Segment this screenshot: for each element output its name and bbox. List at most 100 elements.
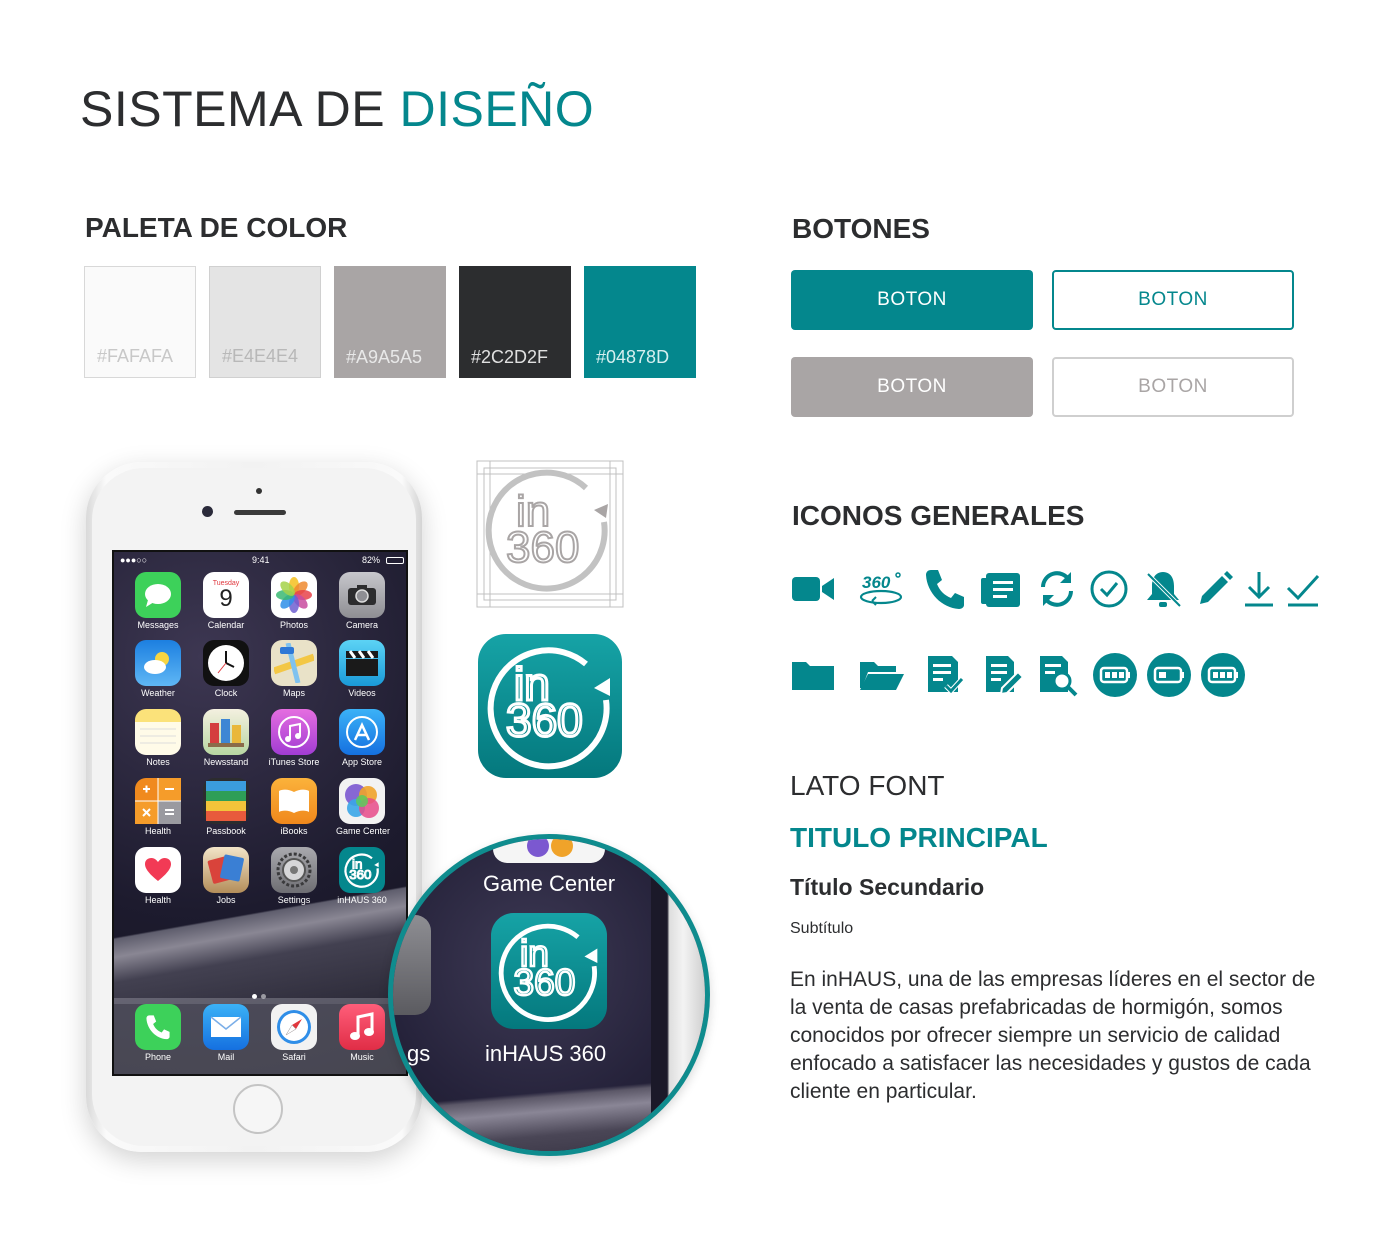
status-bar: ●●●○○ 9:41 82% xyxy=(120,554,404,568)
app-photos[interactable]: Photos xyxy=(268,572,320,638)
360-view-icon: 360 xyxy=(858,566,904,612)
page-indicator xyxy=(252,986,272,999)
magnified-inhaus-360-icon: in 360 xyxy=(491,913,607,1029)
app-label: Music xyxy=(350,1052,374,1062)
app-health[interactable]: Health xyxy=(132,847,184,913)
swatch-label: #2C2D2F xyxy=(471,347,549,367)
app-camera[interactable]: Camera xyxy=(336,572,388,638)
swatch-e4e4e4: #E4E4E4 xyxy=(209,266,321,378)
gray-filled-button[interactable]: BOTON xyxy=(791,357,1033,417)
ibooks-icon xyxy=(271,778,317,824)
app-ibooks[interactable]: iBooks xyxy=(268,778,320,844)
app-label: Jobs xyxy=(216,895,236,905)
app-store-icon xyxy=(339,709,385,755)
app-label: Health xyxy=(144,895,171,905)
calculator-icon xyxy=(135,778,181,824)
calendar-icon: Tuesday 9 xyxy=(203,572,249,618)
safari-icon xyxy=(271,1004,317,1050)
swatch-label: #A9A5A5 xyxy=(346,347,423,367)
camera-icon xyxy=(339,572,385,618)
app-label: App Store xyxy=(341,757,383,767)
phone-bezel-edge xyxy=(651,839,705,1151)
battery-half-icon xyxy=(1146,652,1192,698)
app-health-calculator[interactable]: Health xyxy=(132,778,184,844)
home-button[interactable] xyxy=(233,1084,283,1134)
app-music[interactable]: Music xyxy=(336,1004,388,1070)
app-notes[interactable]: Notes xyxy=(132,709,184,775)
signal-indicator: ●●●○○ xyxy=(120,555,148,565)
app-videos[interactable]: Videos xyxy=(336,640,388,706)
app-logo: in 360 xyxy=(478,634,622,778)
dock: Phone Mail Safari Music xyxy=(114,998,406,1074)
inhaus-360-icon: in 360 xyxy=(339,847,385,893)
app-jobs[interactable]: Jobs xyxy=(200,847,252,913)
logo-grid-text-bottom: 360 xyxy=(506,523,579,572)
primary-filled-button[interactable]: BOTON xyxy=(791,270,1033,330)
battery-percent: 82% xyxy=(362,555,381,565)
document-check-icon xyxy=(922,652,968,698)
app-label: iBooks xyxy=(280,826,308,836)
app-label: Safari xyxy=(282,1052,306,1062)
download-icon xyxy=(1236,566,1282,612)
swatch-2c2d2f: #2C2D2F xyxy=(459,266,571,378)
app-passbook[interactable]: Passbook xyxy=(200,778,252,844)
battery-low-icon xyxy=(1092,652,1138,698)
app-label: Clock xyxy=(214,688,238,698)
page-title-main: SISTEMA DE xyxy=(80,81,386,137)
magnifier-zoom: Game Center in 360 gs inHAUS 360 xyxy=(388,834,710,1156)
document-search-icon xyxy=(1034,652,1080,698)
app-clock[interactable]: Clock xyxy=(200,640,252,706)
notes-icon xyxy=(135,709,181,755)
typo-title-primary: TITULO PRINCIPAL xyxy=(790,822,1048,853)
iphone-mockup: ●●●○○ 9:41 82% Messages Tuesday 9 Calend… xyxy=(86,462,422,1152)
folder-icon xyxy=(790,652,836,698)
360-icon-text: 360 xyxy=(862,573,891,592)
app-inhaus-360[interactable]: in 360 inHAUS 360 xyxy=(336,847,388,913)
magnifier-label-inhaus-360: inHAUS 360 xyxy=(485,1041,607,1066)
app-app-store[interactable]: App Store xyxy=(336,709,388,775)
app-safari[interactable]: Safari xyxy=(268,1004,320,1070)
health-icon xyxy=(135,847,181,893)
gray-outline-button[interactable]: BOTON xyxy=(1052,357,1294,417)
font-heading: LATO FONT xyxy=(790,770,945,801)
mini-logo-bottom: 360 xyxy=(349,867,371,882)
app-label: Mail xyxy=(217,1052,235,1062)
messages-icon xyxy=(135,572,181,618)
jobs-icon xyxy=(203,847,249,893)
app-messages[interactable]: Messages xyxy=(132,572,184,638)
magnifier-label-game-center: Game Center xyxy=(483,871,616,896)
swatch-a9a5a5: #A9A5A5 xyxy=(334,266,446,378)
app-label: Health xyxy=(144,826,171,836)
app-calendar[interactable]: Tuesday 9 Calendar xyxy=(200,572,252,638)
primary-outline-button[interactable]: BOTON xyxy=(1052,270,1294,330)
swatch-label: #FAFAFA xyxy=(97,346,174,366)
app-label: Camera xyxy=(345,620,378,630)
app-mail[interactable]: Mail xyxy=(200,1004,252,1070)
phone-app-icon xyxy=(135,1004,181,1050)
page-title: SISTEMA DE DISEÑO xyxy=(80,80,594,138)
logo-text-bottom: 360 xyxy=(506,694,583,746)
battery-icon xyxy=(386,557,404,564)
app-label: Messages xyxy=(137,620,179,630)
app-phone[interactable]: Phone xyxy=(132,1004,184,1070)
video-camera-icon xyxy=(790,566,836,612)
typo-body: En inHAUS, una de las empresas líderes e… xyxy=(790,968,1316,1103)
app-label: iTunes Store xyxy=(268,757,320,767)
battery-full-icon xyxy=(1200,652,1246,698)
swatch-label: #04878D xyxy=(596,347,670,367)
logo-grid: in 360 xyxy=(476,460,624,608)
folder-open-icon xyxy=(858,652,904,698)
app-label: inHAUS 360 xyxy=(337,895,387,905)
magnified-logo-bottom: 360 xyxy=(514,961,576,1003)
app-settings[interactable]: Settings xyxy=(268,847,320,913)
app-maps[interactable]: Maps xyxy=(268,640,320,706)
document-edit-icon xyxy=(980,652,1026,698)
app-game-center[interactable]: Game Center xyxy=(336,778,390,844)
checkmark-icon xyxy=(1280,566,1326,612)
app-weather[interactable]: Weather xyxy=(132,640,184,706)
sync-icon xyxy=(1034,566,1080,612)
app-newsstand[interactable]: Newsstand xyxy=(200,709,252,775)
front-camera xyxy=(202,506,213,517)
swatch-label: #E4E4E4 xyxy=(222,346,299,366)
app-itunes-store[interactable]: iTunes Store xyxy=(268,709,320,775)
